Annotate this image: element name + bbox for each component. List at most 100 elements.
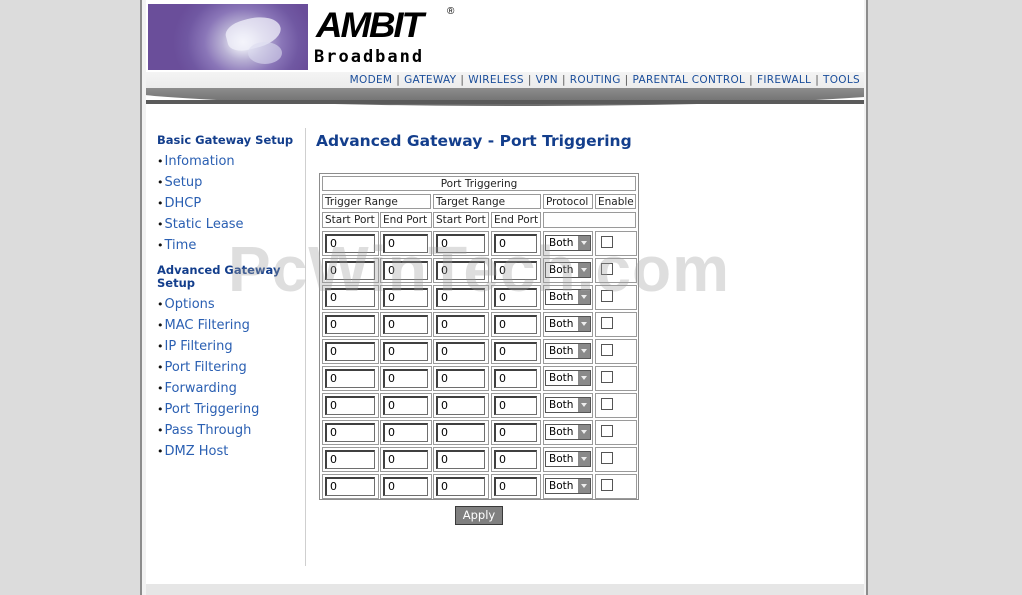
bullet-icon: • (157, 155, 164, 168)
trigger-end-port-input[interactable]: 0 (383, 396, 428, 415)
sidebar-item-label: Infomation (164, 154, 235, 169)
nav-link-gateway[interactable]: GATEWAY (404, 74, 456, 86)
sidebar-item-infomation[interactable]: •Infomation (157, 153, 302, 174)
protocol-select[interactable]: Both (545, 451, 591, 467)
target-start-port-input[interactable]: 0 (436, 315, 485, 334)
nav-link-tools[interactable]: TOOLS (823, 74, 860, 86)
target-start-port-input[interactable]: 0 (436, 477, 485, 496)
trigger-start-port-input[interactable]: 0 (325, 477, 375, 496)
port-triggering-table: Port Triggering Trigger Range Target Range… (319, 173, 639, 500)
subheader-trigger-end-port: End Port (380, 212, 432, 228)
nav-separator: | (749, 74, 754, 86)
chevron-down-icon (578, 371, 590, 385)
target-start-port-input[interactable]: 0 (436, 423, 485, 442)
protocol-select[interactable]: Both (545, 316, 591, 332)
trigger-start-port-input[interactable]: 0 (325, 369, 375, 388)
protocol-select[interactable]: Both (545, 370, 591, 386)
nav-separator: | (460, 74, 465, 86)
sidebar-item-dhcp[interactable]: •DHCP (157, 195, 302, 216)
protocol-select-value: Both (549, 372, 574, 384)
bullet-icon: • (157, 403, 164, 416)
target-end-port-input[interactable]: 0 (494, 423, 537, 442)
trigger-start-port-input[interactable]: 0 (325, 396, 375, 415)
target-start-port-input[interactable]: 0 (436, 396, 485, 415)
trigger-end-port-input[interactable]: 0 (383, 369, 428, 388)
trigger-start-port-input[interactable]: 0 (325, 423, 375, 442)
nav-link-firewall[interactable]: FIREWALL (757, 74, 811, 86)
trigger-end-port-input[interactable]: 0 (383, 477, 428, 496)
sidebar-item-label: Port Filtering (164, 360, 247, 375)
target-end-port-input[interactable]: 0 (494, 315, 537, 334)
trigger-start-port-input[interactable]: 0 (325, 450, 375, 469)
protocol-select[interactable]: Both (545, 343, 591, 359)
logo-broadband-text: Broadband (314, 47, 425, 67)
trigger-start-port-input[interactable]: 0 (325, 342, 375, 361)
trigger-end-port-input[interactable]: 0 (383, 423, 428, 442)
chevron-down-icon (578, 398, 590, 412)
chevron-down-icon (578, 344, 590, 358)
sidebar-section-basic-gateway-setup: Basic Gateway Setup (157, 133, 294, 147)
sidebar-item-ip-filtering[interactable]: •IP Filtering (157, 338, 302, 359)
nav-separator: | (527, 74, 532, 86)
sidebar-item-setup[interactable]: •Setup (157, 174, 302, 195)
header-trigger-range: Trigger Range (322, 194, 431, 209)
enable-checkbox[interactable] (601, 371, 613, 383)
target-start-port-input[interactable]: 0 (436, 369, 485, 388)
enable-checkbox[interactable] (601, 344, 613, 356)
sidebar-item-forwarding[interactable]: •Forwarding (157, 380, 302, 401)
bullet-icon: • (157, 176, 164, 189)
nav-link-routing[interactable]: ROUTING (570, 74, 621, 86)
top-nav-bar: MODEM | GATEWAY | WIRELESS | VPN | ROUTING | PAREN… (146, 72, 864, 88)
header-swoosh-decoration (146, 88, 864, 118)
header-enable: Enable (595, 194, 636, 209)
sidebar-item-label: Port Triggering (164, 402, 260, 417)
trigger-end-port-input[interactable]: 0 (383, 315, 428, 334)
target-start-port-input[interactable]: 0 (436, 342, 485, 361)
sidebar-item-port-triggering[interactable]: •Port Triggering (157, 401, 302, 422)
subheader-target-start-port: Start Port (433, 212, 489, 228)
target-end-port-input[interactable]: 0 (494, 369, 537, 388)
protocol-select[interactable]: Both (545, 424, 591, 440)
top-nav: MODEM | GATEWAY | WIRELESS | VPN | ROUTING | PAREN… (350, 72, 860, 88)
sidebar-item-label: MAC Filtering (164, 318, 250, 333)
target-end-port-input[interactable]: 0 (494, 450, 537, 469)
protocol-select-value: Both (549, 426, 574, 438)
bullet-icon: • (157, 361, 164, 374)
sidebar-item-label: Setup (164, 175, 203, 190)
nav-link-wireless[interactable]: WIRELESS (468, 74, 524, 86)
logo-registered-mark: ® (447, 6, 455, 17)
bullet-icon: • (157, 239, 164, 252)
enable-checkbox[interactable] (601, 317, 613, 329)
apply-button[interactable]: Apply (455, 506, 503, 525)
protocol-select[interactable]: Both (545, 478, 591, 494)
target-end-port-input[interactable]: 0 (494, 342, 537, 361)
ambit-logo: AMBIT ® Broadband (314, 6, 464, 68)
sidebar-divider (305, 128, 306, 566)
trigger-start-port-input[interactable]: 0 (325, 315, 375, 334)
protocol-select[interactable]: Both (545, 397, 591, 413)
target-start-port-input[interactable]: 0 (436, 450, 485, 469)
sidebar-item-label: DHCP (164, 196, 202, 211)
bullet-icon: • (157, 319, 164, 332)
sidebar-item-label: IP Filtering (164, 339, 233, 354)
sidebar-item-port-filtering[interactable]: •Port Filtering (157, 359, 302, 380)
sidebar-item-pass-through[interactable]: •Pass Through (157, 422, 302, 443)
globe-banner-image (148, 4, 308, 70)
nav-link-vpn[interactable]: VPN (536, 74, 558, 86)
nav-link-modem[interactable]: MODEM (350, 74, 393, 86)
header-target-range: Target Range (433, 194, 541, 209)
nav-separator: | (815, 74, 820, 86)
target-end-port-input[interactable]: 0 (494, 477, 537, 496)
sidebar-item-mac-filtering[interactable]: •MAC Filtering (157, 317, 302, 338)
protocol-select-value: Both (549, 399, 574, 411)
trigger-end-port-input[interactable]: 0 (383, 450, 428, 469)
target-end-port-input[interactable]: 0 (494, 396, 537, 415)
sidebar-item-dmz-host[interactable]: •DMZ Host (157, 443, 302, 464)
enable-checkbox[interactable] (601, 479, 613, 491)
enable-checkbox[interactable] (601, 425, 613, 437)
enable-checkbox[interactable] (601, 398, 613, 410)
trigger-end-port-input[interactable]: 0 (383, 342, 428, 361)
enable-checkbox[interactable] (601, 452, 613, 464)
logo-ambit-text: AMBIT (316, 6, 424, 45)
nav-link-parental-control[interactable]: PARENTAL CONTROL (633, 74, 746, 86)
